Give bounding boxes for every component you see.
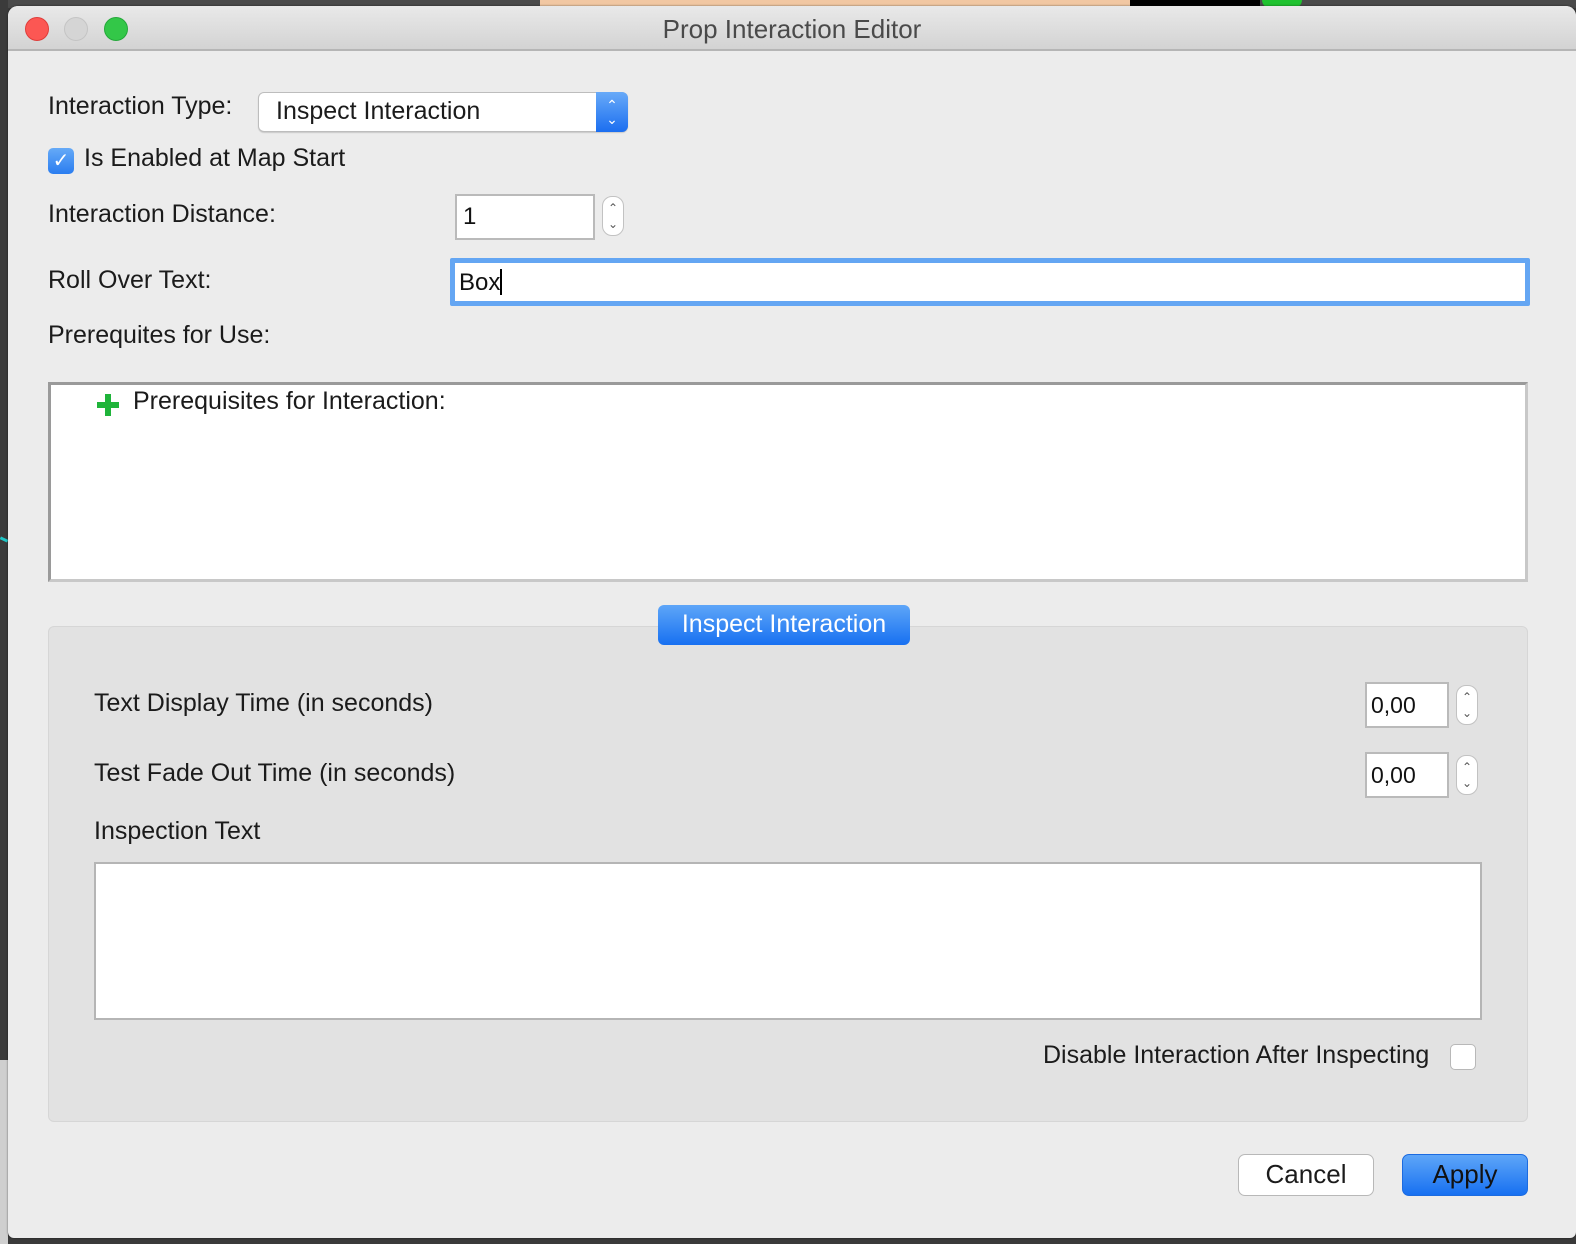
- stepper-up-icon[interactable]: ⌃: [603, 200, 623, 216]
- stepper-down-icon[interactable]: ⌄: [1457, 705, 1477, 721]
- rollover-text-value: Box: [459, 269, 501, 296]
- inspect-interaction-group-title: Inspect Interaction: [658, 605, 910, 645]
- background-left-edge: [0, 0, 8, 1244]
- display-time-input[interactable]: [1365, 682, 1449, 728]
- display-time-label: Text Display Time (in seconds): [94, 689, 434, 717]
- prerequisites-tree-root[interactable]: Prerequisites for Interaction:: [133, 387, 446, 416]
- disable-after-label[interactable]: Disable Interaction After Inspecting: [1043, 1041, 1429, 1070]
- enabled-at-start-checkbox[interactable]: ✓: [48, 148, 74, 174]
- fade-out-input[interactable]: [1365, 752, 1449, 798]
- fade-out-stepper[interactable]: ⌃ ⌄: [1456, 755, 1478, 795]
- title-bar[interactable]: Prop Interaction Editor: [8, 6, 1576, 51]
- text-caret: [500, 269, 503, 295]
- interaction-distance-stepper[interactable]: ⌃ ⌄: [602, 196, 624, 236]
- fade-out-label: Test Fade Out Time (in seconds): [94, 759, 456, 787]
- interaction-type-value: Inspect Interaction: [276, 97, 481, 125]
- disable-after-checkbox[interactable]: [1450, 1044, 1476, 1070]
- prerequisites-tree[interactable]: Prerequisites for Interaction:: [48, 382, 1528, 582]
- apply-button[interactable]: Apply: [1402, 1154, 1528, 1196]
- prop-interaction-editor-window: Prop Interaction Editor Interaction Type…: [8, 6, 1576, 1238]
- select-arrows-icon: ⌃ ⌄: [596, 92, 628, 132]
- prerequisites-label: Prerequites for Use:: [48, 321, 271, 349]
- inspection-text-label: Inspection Text: [94, 817, 261, 845]
- stepper-up-icon[interactable]: ⌃: [1457, 759, 1477, 775]
- enabled-at-start-label[interactable]: Is Enabled at Map Start: [84, 144, 345, 173]
- chevron-up-icon: ⌃: [606, 97, 618, 113]
- interaction-distance-label: Interaction Distance:: [48, 200, 276, 228]
- cancel-button[interactable]: Cancel: [1238, 1154, 1374, 1196]
- interaction-type-select[interactable]: Inspect Interaction ⌃ ⌄: [258, 92, 628, 132]
- stepper-down-icon[interactable]: ⌄: [1457, 775, 1477, 791]
- inspection-text-area[interactable]: [94, 862, 1482, 1020]
- checkmark-icon: ✓: [52, 150, 70, 172]
- add-prerequisite-icon[interactable]: [96, 393, 120, 417]
- stepper-down-icon[interactable]: ⌄: [603, 216, 623, 232]
- background-left-panel: [0, 1060, 8, 1244]
- rollover-text-input[interactable]: Box: [450, 258, 1530, 306]
- chevron-down-icon: ⌄: [606, 111, 618, 127]
- stepper-up-icon[interactable]: ⌃: [1457, 689, 1477, 705]
- interaction-type-label: Interaction Type:: [48, 92, 233, 120]
- interaction-distance-input[interactable]: [455, 194, 595, 240]
- display-time-stepper[interactable]: ⌃ ⌄: [1456, 685, 1478, 725]
- rollover-text-label: Roll Over Text:: [48, 266, 212, 294]
- window-title: Prop Interaction Editor: [662, 14, 922, 44]
